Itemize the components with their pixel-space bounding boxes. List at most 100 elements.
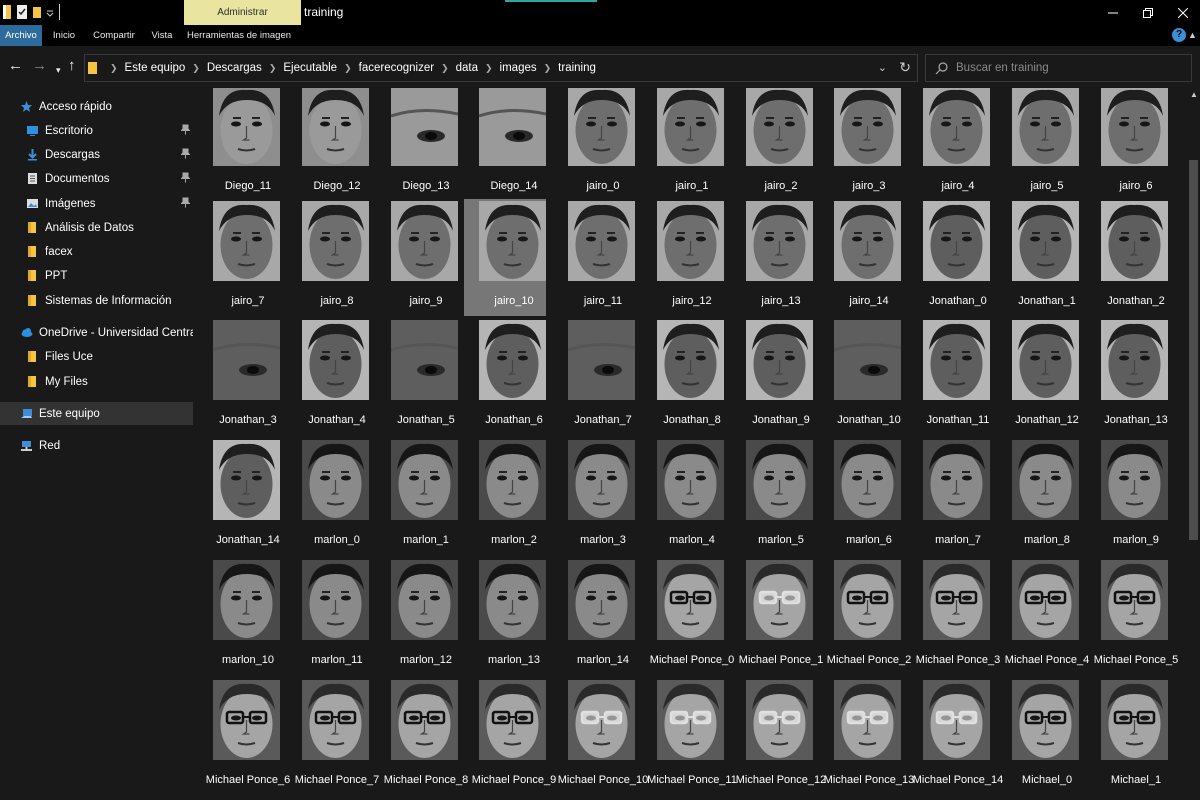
- address-bar[interactable]: ❯ Este equipo ❯ Descargas ❯ Ejecutable ❯…: [84, 54, 918, 82]
- file-item[interactable]: Jonathan_14: [204, 440, 284, 556]
- sidebar-item-escritorio[interactable]: Escritorio: [0, 119, 193, 142]
- file-item[interactable]: jairo_5: [1003, 88, 1083, 202]
- sidebar-item-an-lisis-de-datos[interactable]: Análisis de Datos: [0, 216, 193, 239]
- file-item[interactable]: marlon_7: [914, 440, 994, 556]
- crumb-ejecutable[interactable]: Ejecutable: [283, 62, 337, 74]
- file-item[interactable]: marlon_8: [1003, 440, 1083, 556]
- file-item[interactable]: marlon_2: [470, 440, 550, 556]
- file-item[interactable]: Michael Ponce_9: [470, 680, 556, 796]
- file-item[interactable]: Jonathan_2: [1092, 201, 1172, 317]
- pin-icon[interactable]: [180, 124, 191, 138]
- file-item[interactable]: Michael Ponce_10: [558, 680, 648, 796]
- file-item[interactable]: jairo_10: [464, 199, 550, 317]
- maximize-button[interactable]: [1130, 0, 1165, 25]
- file-item[interactable]: jairo_8: [293, 201, 373, 317]
- manage-context-tab[interactable]: Administrar: [184, 0, 301, 25]
- file-item[interactable]: Jonathan_9: [737, 320, 817, 436]
- file-item[interactable]: marlon_3: [559, 440, 639, 556]
- pin-icon[interactable]: [180, 197, 191, 211]
- file-item[interactable]: Jonathan_3: [204, 320, 284, 436]
- file-item[interactable]: jairo_6: [1092, 88, 1172, 202]
- file-item[interactable]: Michael Ponce_8: [382, 680, 468, 796]
- up-button[interactable]: ↑: [68, 58, 76, 74]
- tab-herramientas-de-imagen[interactable]: Herramientas de imagen: [186, 25, 292, 46]
- forward-button[interactable]: →: [32, 58, 47, 74]
- file-item[interactable]: marlon_9: [1092, 440, 1172, 556]
- tab-archivo[interactable]: Archivo: [0, 25, 42, 46]
- file-item[interactable]: marlon_0: [293, 440, 373, 556]
- chevron-right-icon[interactable]: ❯: [544, 63, 552, 74]
- sidebar-item-facex[interactable]: facex: [0, 240, 193, 263]
- tab-inicio[interactable]: Inicio: [47, 25, 81, 46]
- file-item[interactable]: Jonathan_10: [825, 320, 905, 436]
- sidebar-item-files-uce[interactable]: Files Uce: [0, 345, 193, 368]
- file-item[interactable]: jairo_13: [737, 201, 817, 317]
- file-item[interactable]: Diego_12: [293, 88, 373, 202]
- chevron-up-icon[interactable]: ▲: [1188, 28, 1198, 42]
- chevron-right-icon[interactable]: ❯: [269, 63, 277, 74]
- file-item[interactable]: marlon_5: [737, 440, 817, 556]
- crumb-images[interactable]: images: [500, 62, 537, 74]
- file-item[interactable]: jairo_14: [825, 201, 905, 317]
- sidebar-item-my-files[interactable]: My Files: [0, 370, 193, 393]
- crumb-data[interactable]: data: [456, 62, 478, 74]
- file-item[interactable]: Michael Ponce_13: [824, 680, 914, 796]
- file-item[interactable]: Michael Ponce_0: [648, 560, 734, 676]
- file-item[interactable]: Michael Ponce_12: [736, 680, 826, 796]
- pin-icon[interactable]: [180, 148, 191, 162]
- file-item[interactable]: Jonathan_13: [1092, 320, 1172, 436]
- file-item[interactable]: Jonathan_8: [648, 320, 728, 436]
- crumb-facerecognizer[interactable]: facerecognizer: [359, 62, 434, 74]
- file-item[interactable]: Michael Ponce_1: [737, 560, 823, 676]
- search-box[interactable]: [925, 54, 1192, 82]
- properties-icon[interactable]: [16, 4, 28, 20]
- crumb-descargas[interactable]: Descargas: [207, 62, 262, 74]
- file-item[interactable]: Jonathan_4: [293, 320, 373, 436]
- chevron-right-icon[interactable]: ❯: [344, 63, 352, 74]
- new-folder-icon[interactable]: [32, 4, 42, 20]
- search-input[interactable]: [956, 58, 1184, 78]
- scrollbar-thumb[interactable]: [1189, 160, 1198, 540]
- file-item[interactable]: jairo_1: [648, 88, 728, 202]
- file-item[interactable]: marlon_11: [293, 560, 373, 676]
- file-item[interactable]: marlon_14: [559, 560, 639, 676]
- file-item[interactable]: Michael Ponce_2: [825, 560, 911, 676]
- folder-icon[interactable]: [2, 3, 12, 21]
- sidebar-item-documentos[interactable]: Documentos: [0, 167, 193, 190]
- scroll-up-icon[interactable]: ▲: [1190, 90, 1198, 99]
- help-button[interactable]: ?: [1172, 28, 1186, 42]
- file-item[interactable]: jairo_9: [382, 201, 462, 317]
- tab-compartir[interactable]: Compartir: [90, 25, 138, 46]
- file-item[interactable]: Michael Ponce_4: [1003, 560, 1089, 676]
- chevron-right-icon[interactable]: ❯: [192, 63, 200, 74]
- file-item[interactable]: Michael_0: [1003, 680, 1083, 796]
- file-item[interactable]: jairo_4: [914, 88, 994, 202]
- file-item[interactable]: jairo_7: [204, 201, 284, 317]
- file-item[interactable]: Michael_1: [1092, 680, 1172, 796]
- file-item[interactable]: Michael Ponce_5: [1092, 560, 1178, 676]
- file-item[interactable]: marlon_6: [825, 440, 905, 556]
- file-item[interactable]: Diego_14: [470, 88, 550, 202]
- sidebar-item-onedrive-universidad-central-del-ecu[interactable]: OneDrive - Universidad Central del Ecu: [0, 321, 193, 344]
- file-item[interactable]: marlon_4: [648, 440, 728, 556]
- file-item[interactable]: Jonathan_6: [470, 320, 550, 436]
- sidebar-item-im-genes[interactable]: Imágenes: [0, 192, 193, 215]
- file-item[interactable]: Jonathan_12: [1003, 320, 1083, 436]
- file-item[interactable]: marlon_1: [382, 440, 462, 556]
- minimize-button[interactable]: [1095, 0, 1130, 25]
- refresh-icon[interactable]: ↻: [899, 59, 911, 76]
- sidebar-item-ppt[interactable]: PPT: [0, 264, 193, 287]
- file-item[interactable]: jairo_2: [737, 88, 817, 202]
- crumb-este-equipo[interactable]: Este equipo: [125, 62, 186, 74]
- crumb-training[interactable]: training: [558, 62, 596, 74]
- chevron-right-icon[interactable]: ❯: [441, 63, 449, 74]
- vertical-scrollbar[interactable]: ▲: [1187, 88, 1200, 800]
- file-item[interactable]: Diego_11: [204, 88, 284, 202]
- sidebar-item-sistemas-de-informaci-n[interactable]: Sistemas de Información: [0, 289, 193, 312]
- sidebar-item-este-equipo[interactable]: Este equipo: [0, 402, 193, 425]
- file-item[interactable]: jairo_11: [559, 201, 639, 317]
- back-button[interactable]: ←: [8, 58, 23, 74]
- address-dropdown-icon[interactable]: ⌄: [878, 61, 887, 74]
- sidebar-item-descargas[interactable]: Descargas: [0, 143, 193, 166]
- sidebar-item-red[interactable]: Red: [0, 434, 193, 457]
